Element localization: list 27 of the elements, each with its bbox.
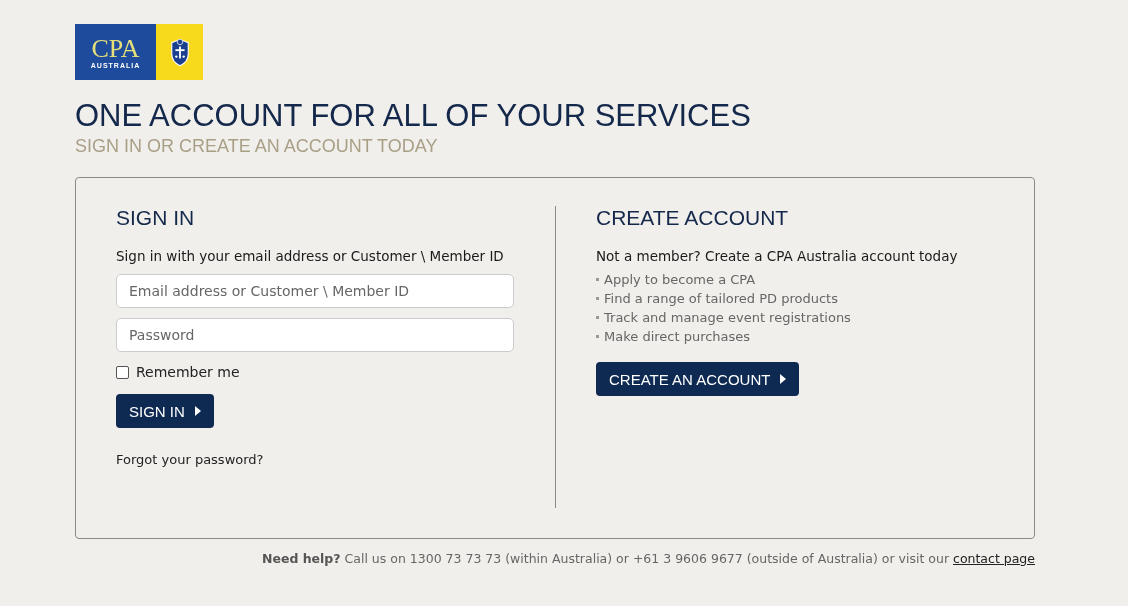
benefit-text: Make direct purchases (604, 329, 751, 344)
caret-icon (194, 406, 201, 416)
input-field[interactable]: Password (116, 318, 514, 352)
remember-checkbox[interactable] (116, 365, 129, 379)
create-account-button[interactable]: CREATE AN ACCOUNT (596, 362, 800, 396)
create-account-intro: Not a member? Create a CPA Australia account today (596, 248, 958, 264)
sign-in-intro: Sign in with your email address or Customer \ Member ID (116, 248, 504, 264)
page-subheading: SIGN IN OR CREATE AN ACCOUNT TODAY (75, 136, 439, 157)
benefit-text: Track and manage event registrations (604, 310, 851, 325)
benefit-text: Find a range of tailored PD products (604, 291, 838, 306)
contact-page-link[interactable]: contact page (953, 551, 1035, 566)
bullet-icon (596, 316, 599, 319)
help-text: Need help? Call us on 1300 73 73 73 (within Australia) or +61 3 9606 9677 (outside of Australia) or visit our contact page (262, 551, 1035, 566)
create-account-title: CREATE ACCOUNT (596, 206, 789, 230)
page-heading: ONE ACCOUNT FOR ALL OF YOUR SERVICES (75, 98, 752, 134)
remember-label: Remember me (136, 364, 240, 380)
caret-icon (780, 374, 787, 384)
sign-in-title: SIGN IN (116, 206, 195, 230)
bullet-icon (596, 297, 599, 300)
sign-in-button[interactable]: SIGN IN (116, 394, 214, 428)
crest-icon (168, 37, 191, 67)
bullet-icon (596, 335, 599, 338)
forgot-password-link[interactable]: Forgot your password? (116, 452, 264, 467)
input-field[interactable]: Email address or Customer \ Member ID (116, 274, 514, 308)
bullet-icon (596, 278, 599, 281)
benefit-text: Apply to become a CPA (604, 272, 756, 287)
logo-text: CPA (91, 35, 140, 62)
